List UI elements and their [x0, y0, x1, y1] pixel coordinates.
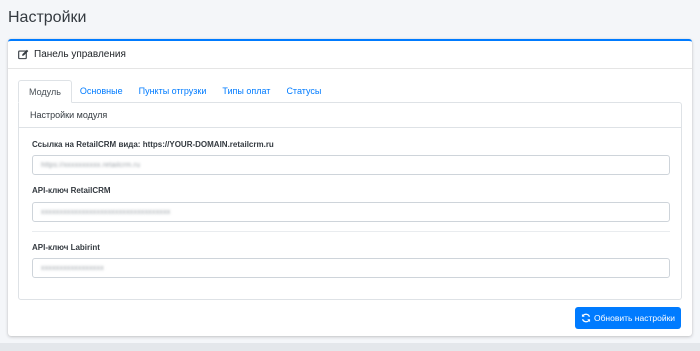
- labirint-api-key-value: xxxxxxxxxxxxxxxxx: [41, 264, 104, 272]
- retailcrm-api-key-input[interactable]: xxxxxxxxxxxxxxxxxxxxxxxxxxxxxxxxxxx: [32, 202, 670, 222]
- sync-icon: [581, 313, 591, 323]
- card-title: Панель управления: [34, 49, 126, 60]
- labirint-api-key-label: API-ключ Labirint: [32, 243, 100, 252]
- labirint-api-key-input[interactable]: xxxxxxxxxxxxxxxxx: [32, 258, 670, 278]
- module-settings-title: Настройки модуля: [19, 103, 681, 128]
- page-title: Настройки: [8, 9, 87, 26]
- tab-general[interactable]: Основные: [72, 80, 131, 103]
- retailcrm-url-input[interactable]: https://xxxxxxxxxx.retailcrm.ru: [32, 155, 670, 175]
- edit-icon: [18, 49, 29, 60]
- retailcrm-api-key-label: API-ключ RetailCRM: [32, 186, 111, 195]
- retailcrm-url-label: Ссылка на RetailCRM вида: https://YOUR-D…: [32, 140, 274, 149]
- tab-module[interactable]: Модуль: [18, 80, 72, 103]
- footer-bar: [0, 343, 700, 351]
- retailcrm-url-value: https://xxxxxxxxxx.retailcrm.ru: [41, 161, 141, 169]
- tab-shipping-points[interactable]: Пункты отгрузки: [131, 80, 215, 103]
- field-divider: [32, 231, 670, 232]
- card-header: Панель управления: [8, 41, 692, 69]
- update-settings-button[interactable]: Обновить настройки: [575, 307, 681, 329]
- module-settings-panel: Настройки модуля Ссылка на RetailCRM вид…: [18, 102, 682, 300]
- settings-card: Панель управления Модуль Основные Пункты…: [8, 39, 692, 336]
- tab-payment-types[interactable]: Типы оплат: [214, 80, 278, 103]
- update-settings-label: Обновить настройки: [593, 313, 676, 323]
- tab-bar: Модуль Основные Пункты отгрузки Типы опл…: [18, 80, 682, 103]
- tab-statuses[interactable]: Статусы: [278, 80, 329, 103]
- retailcrm-api-key-value: xxxxxxxxxxxxxxxxxxxxxxxxxxxxxxxxxxx: [41, 208, 171, 216]
